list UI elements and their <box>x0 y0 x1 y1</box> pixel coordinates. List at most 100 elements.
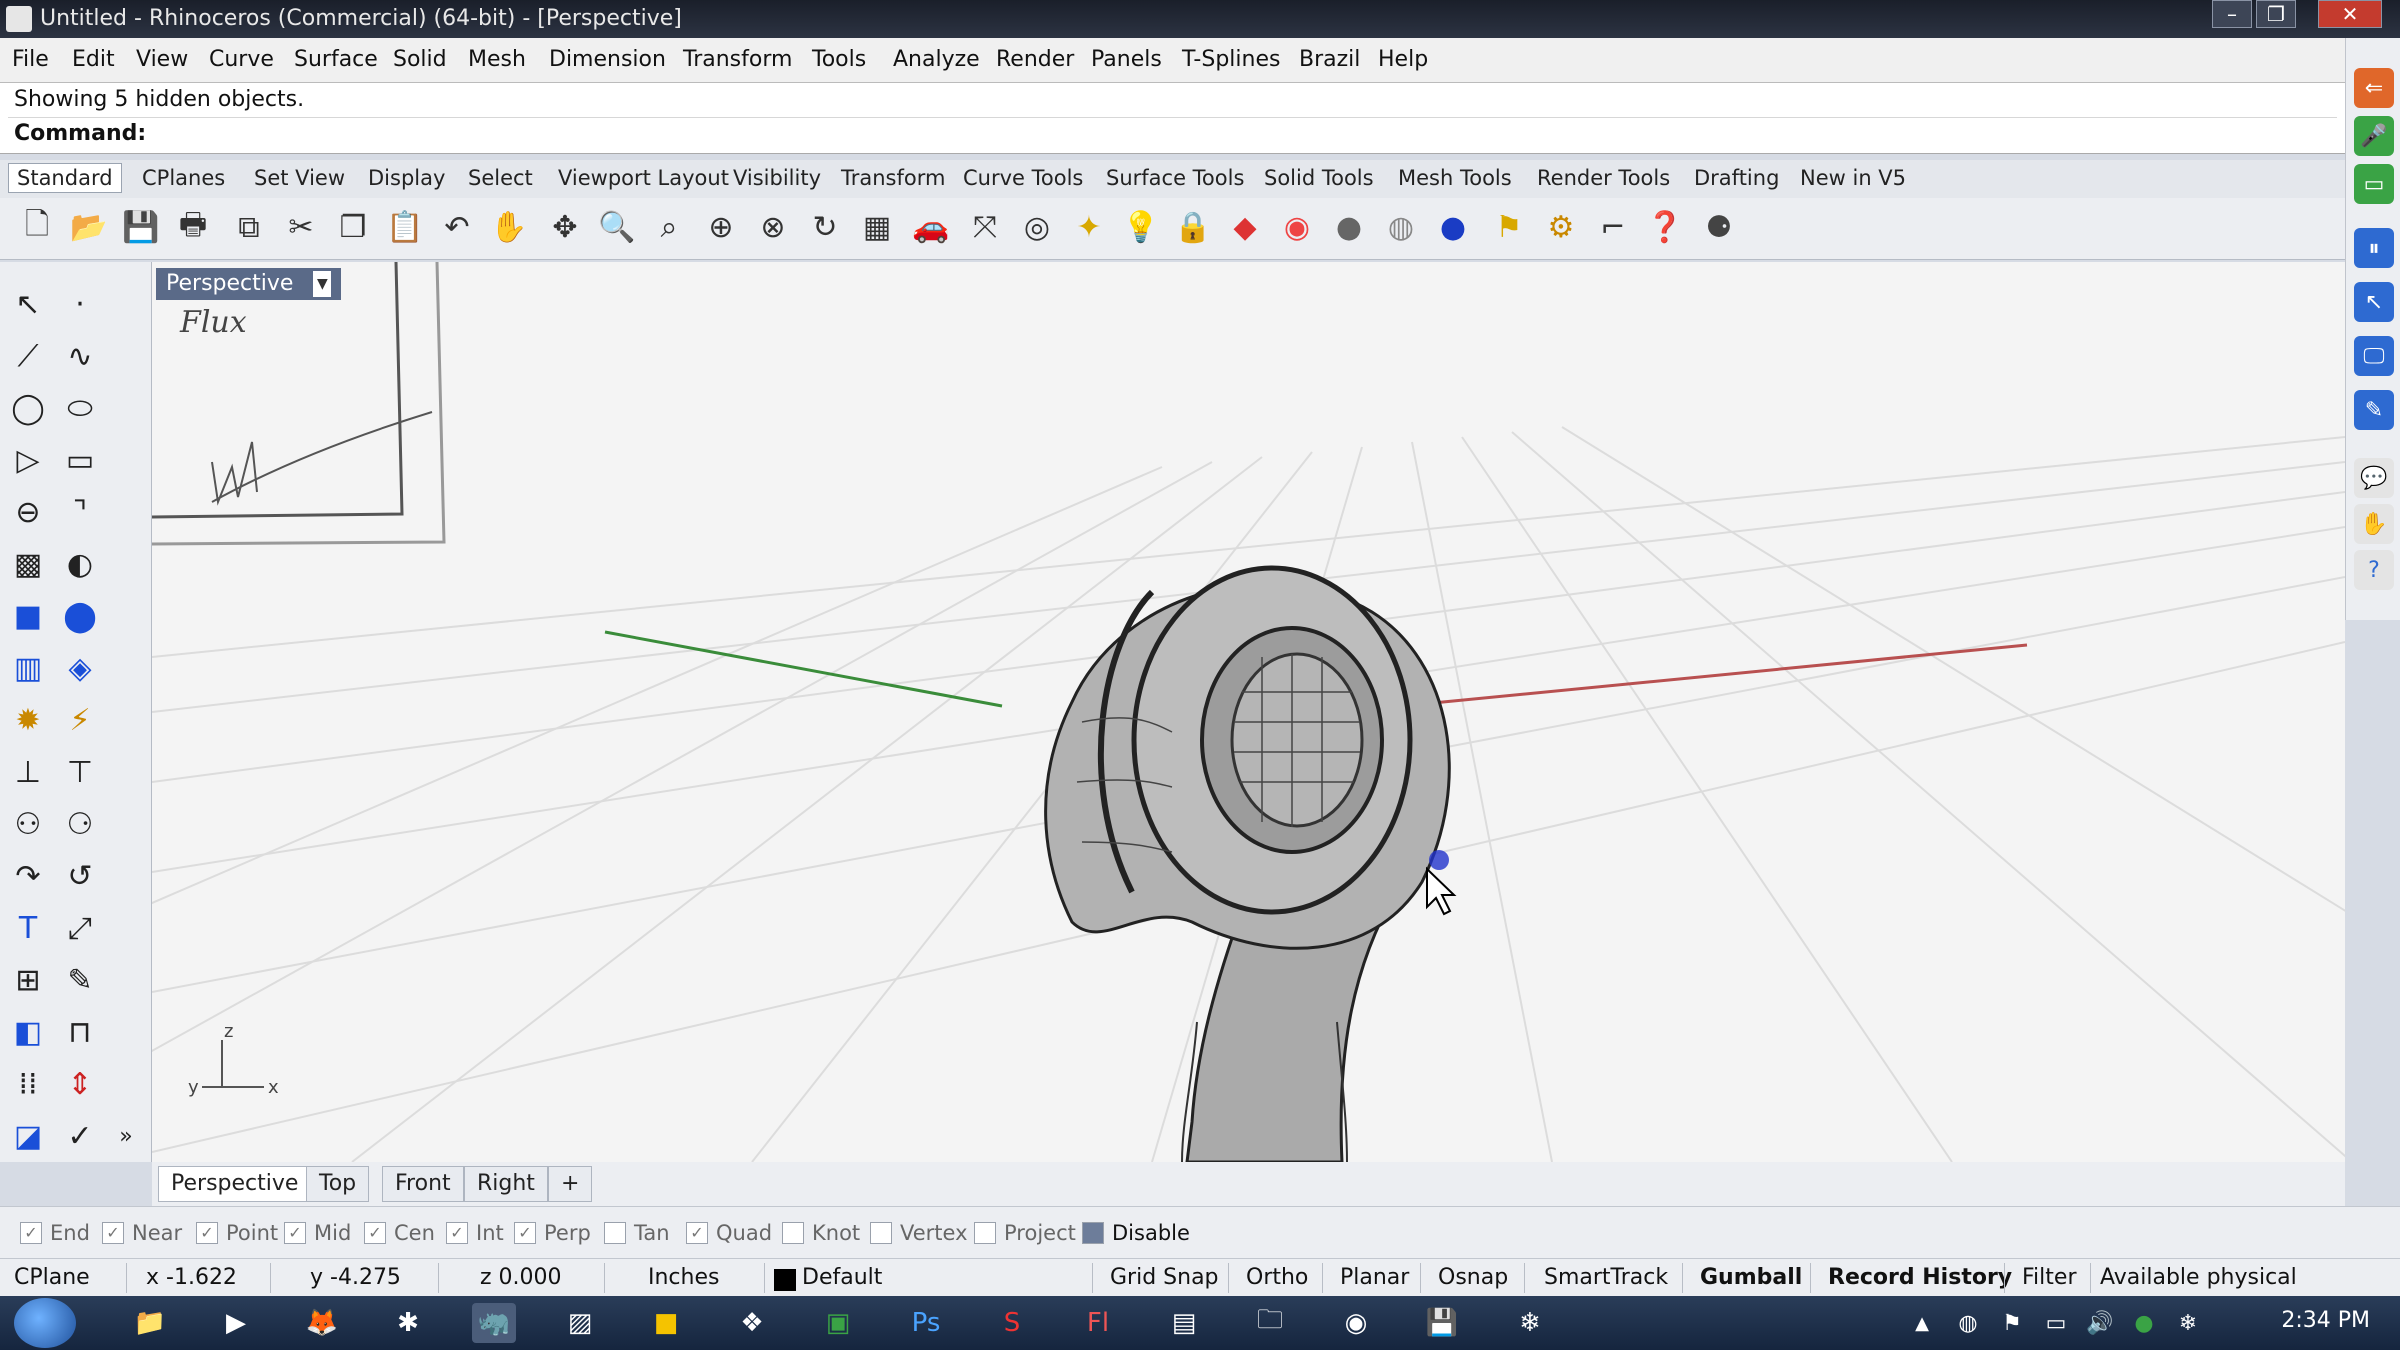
tray-app-icon[interactable]: ◍ <box>1946 1303 1990 1343</box>
toggle-smarttrack[interactable]: SmartTrack <box>1544 1265 1668 1290</box>
chat-icon[interactable]: 💬 <box>2354 458 2394 498</box>
checkbox-icon[interactable] <box>782 1222 804 1244</box>
curve-icon[interactable]: ∿ <box>58 334 102 378</box>
checkbox-icon[interactable]: ✓ <box>20 1222 42 1244</box>
explode-icon[interactable]: ✹ <box>6 698 50 742</box>
grid-dots-icon[interactable]: ⁞⁞ <box>6 1062 50 1106</box>
toggle-filter[interactable]: Filter <box>2022 1265 2076 1290</box>
checkbox-icon[interactable]: ✓ <box>364 1222 386 1244</box>
tab-select[interactable]: Select <box>468 166 533 190</box>
checkbox-icon[interactable]: ✓ <box>686 1222 708 1244</box>
trim-icon[interactable]: ⚡ <box>58 698 102 742</box>
layer-icon[interactable]: ◆ <box>1226 206 1264 248</box>
app-icon-fl[interactable]: Fl <box>1076 1303 1120 1343</box>
tray-green-icon[interactable]: ● <box>2122 1303 2166 1343</box>
rotate-view-icon[interactable]: ↻ <box>806 206 844 248</box>
menu-dimension[interactable]: Dimension <box>549 47 666 72</box>
boolean-icon[interactable]: ⬤ <box>58 594 102 638</box>
tab-viewport-layout[interactable]: Viewport Layout <box>558 166 729 190</box>
car-icon[interactable]: 🚗 <box>912 206 950 248</box>
toggle-planar[interactable]: Planar <box>1340 1265 1409 1290</box>
photoshop-icon[interactable]: Ps <box>904 1303 948 1343</box>
viewport-tab-top[interactable]: Top <box>306 1166 370 1202</box>
undo-icon[interactable]: ↶ <box>438 206 476 248</box>
offset-icon[interactable]: ↺ <box>58 854 102 898</box>
firefox-icon[interactable]: 🦊 <box>300 1303 344 1343</box>
lock-icon[interactable]: 🔒 <box>1174 206 1212 248</box>
menu-edit[interactable]: Edit <box>72 47 115 72</box>
light-bulb-icon[interactable]: 💡 <box>1122 206 1160 248</box>
cylinder-icon[interactable]: ▥ <box>6 646 50 690</box>
menu-brazil[interactable]: Brazil <box>1299 47 1360 72</box>
target-icon[interactable]: ◎ <box>1018 206 1056 248</box>
tab-drafting[interactable]: Drafting <box>1694 166 1779 190</box>
dimension-tool-icon[interactable]: ⇕ <box>58 1062 102 1106</box>
add-viewport-icon[interactable]: + <box>548 1166 593 1202</box>
osnap-perp[interactable]: ✓ Perp <box>514 1221 591 1245</box>
viewport-tab-front[interactable]: Front <box>382 1166 464 1202</box>
tray-snow-icon[interactable]: ❄ <box>2166 1303 2210 1343</box>
zoom-extents-icon[interactable]: ⊕ <box>702 206 740 248</box>
zoom-window-icon[interactable]: ⌕ <box>650 206 688 248</box>
check-icon[interactable]: ✓ <box>58 1114 102 1158</box>
move-view-icon[interactable]: ✥ <box>546 206 584 248</box>
status-layer[interactable]: Default <box>802 1265 882 1290</box>
ellipse-icon[interactable]: ⬭ <box>58 386 102 430</box>
close-button[interactable]: ✕ <box>2318 0 2382 28</box>
volume-icon[interactable]: 🔊 <box>2078 1303 2122 1343</box>
osnap-tan[interactable]: Tan <box>604 1221 670 1245</box>
toggle-ortho[interactable]: Ortho <box>1246 1265 1308 1290</box>
arc-icon[interactable]: ⊖ <box>6 490 50 534</box>
explorer-icon[interactable]: 📁 <box>128 1303 172 1343</box>
menu-solid[interactable]: Solid <box>393 47 447 72</box>
checkbox-icon[interactable] <box>870 1222 892 1244</box>
app-icon-s[interactable]: S <box>990 1303 1034 1343</box>
maximize-button[interactable]: ❐ <box>2256 0 2296 28</box>
media-player-icon[interactable]: ▶ <box>214 1303 258 1343</box>
viewport-tab-perspective[interactable]: Perspective <box>158 1166 312 1202</box>
rectangle-icon[interactable]: ▭ <box>58 438 102 482</box>
osnap-cen[interactable]: ✓ Cen <box>364 1221 435 1245</box>
menu-view[interactable]: View <box>136 47 188 72</box>
menu-render[interactable]: Render <box>996 47 1074 72</box>
options-gear-icon[interactable]: ⚙ <box>1542 206 1580 248</box>
pen-icon[interactable]: ✎ <box>2354 390 2394 430</box>
render-sphere-icon[interactable]: ● <box>1434 206 1472 248</box>
toggle-osnap[interactable]: Osnap <box>1438 1265 1508 1290</box>
paste-icon[interactable]: 📋 <box>386 206 424 248</box>
plugin-icon[interactable]: ⚈ <box>1700 206 1738 248</box>
perspective-viewport[interactable]: z x y Flux Perspective ▼ <box>152 262 2345 1162</box>
raise-hand-icon[interactable]: ✋ <box>2354 504 2394 544</box>
split-icon[interactable]: ⊤ <box>58 750 102 794</box>
osnap-knot[interactable]: Knot <box>782 1221 860 1245</box>
color-wheel-icon[interactable]: ◉ <box>1278 206 1316 248</box>
flag-icon[interactable]: ⚑ <box>1990 1303 2034 1343</box>
dimension-icon[interactable]: ⌐ <box>1594 206 1632 248</box>
app-icon-folder[interactable]: 🗀 <box>1248 1303 1292 1343</box>
minimize-button[interactable]: – <box>2212 0 2252 28</box>
gumball-icon[interactable]: ⤧ <box>966 206 1004 248</box>
monitor-icon[interactable]: 🖵 <box>2354 336 2394 376</box>
menu-t-splines[interactable]: T-Splines <box>1182 47 1280 72</box>
edit-points-icon[interactable]: ✎ <box>58 958 102 1002</box>
tab-cplanes[interactable]: CPlanes <box>142 166 225 190</box>
status-cplane[interactable]: CPlane <box>14 1265 90 1290</box>
checkbox-icon[interactable] <box>1082 1222 1104 1244</box>
scale-icon[interactable]: ⤢ <box>58 906 102 950</box>
command-prompt[interactable]: Command: <box>14 121 146 146</box>
pause-icon[interactable]: ⏸ <box>2354 228 2394 268</box>
text-icon[interactable]: T <box>6 906 50 950</box>
open-folder-icon[interactable]: 📂 <box>70 206 108 248</box>
menu-help[interactable]: Help <box>1378 47 1428 72</box>
group-icon[interactable]: ⚇ <box>6 802 50 846</box>
pan-hand-icon[interactable]: ✋ <box>490 206 528 248</box>
zoom-selected-icon[interactable]: ⊗ <box>754 206 792 248</box>
export-icon[interactable]: ⧉ <box>230 206 268 248</box>
tab-new-in-v5[interactable]: New in V5 <box>1800 166 1906 190</box>
osnap-int[interactable]: ✓ Int <box>446 1221 504 1245</box>
microphone-icon[interactable]: 🎤 <box>2354 116 2394 156</box>
copy-icon[interactable]: ❐ <box>334 206 372 248</box>
viewport-grid-icon[interactable]: ▦ <box>858 206 896 248</box>
status-units[interactable]: Inches <box>648 1265 719 1290</box>
loft-icon[interactable]: ◐ <box>58 542 102 586</box>
